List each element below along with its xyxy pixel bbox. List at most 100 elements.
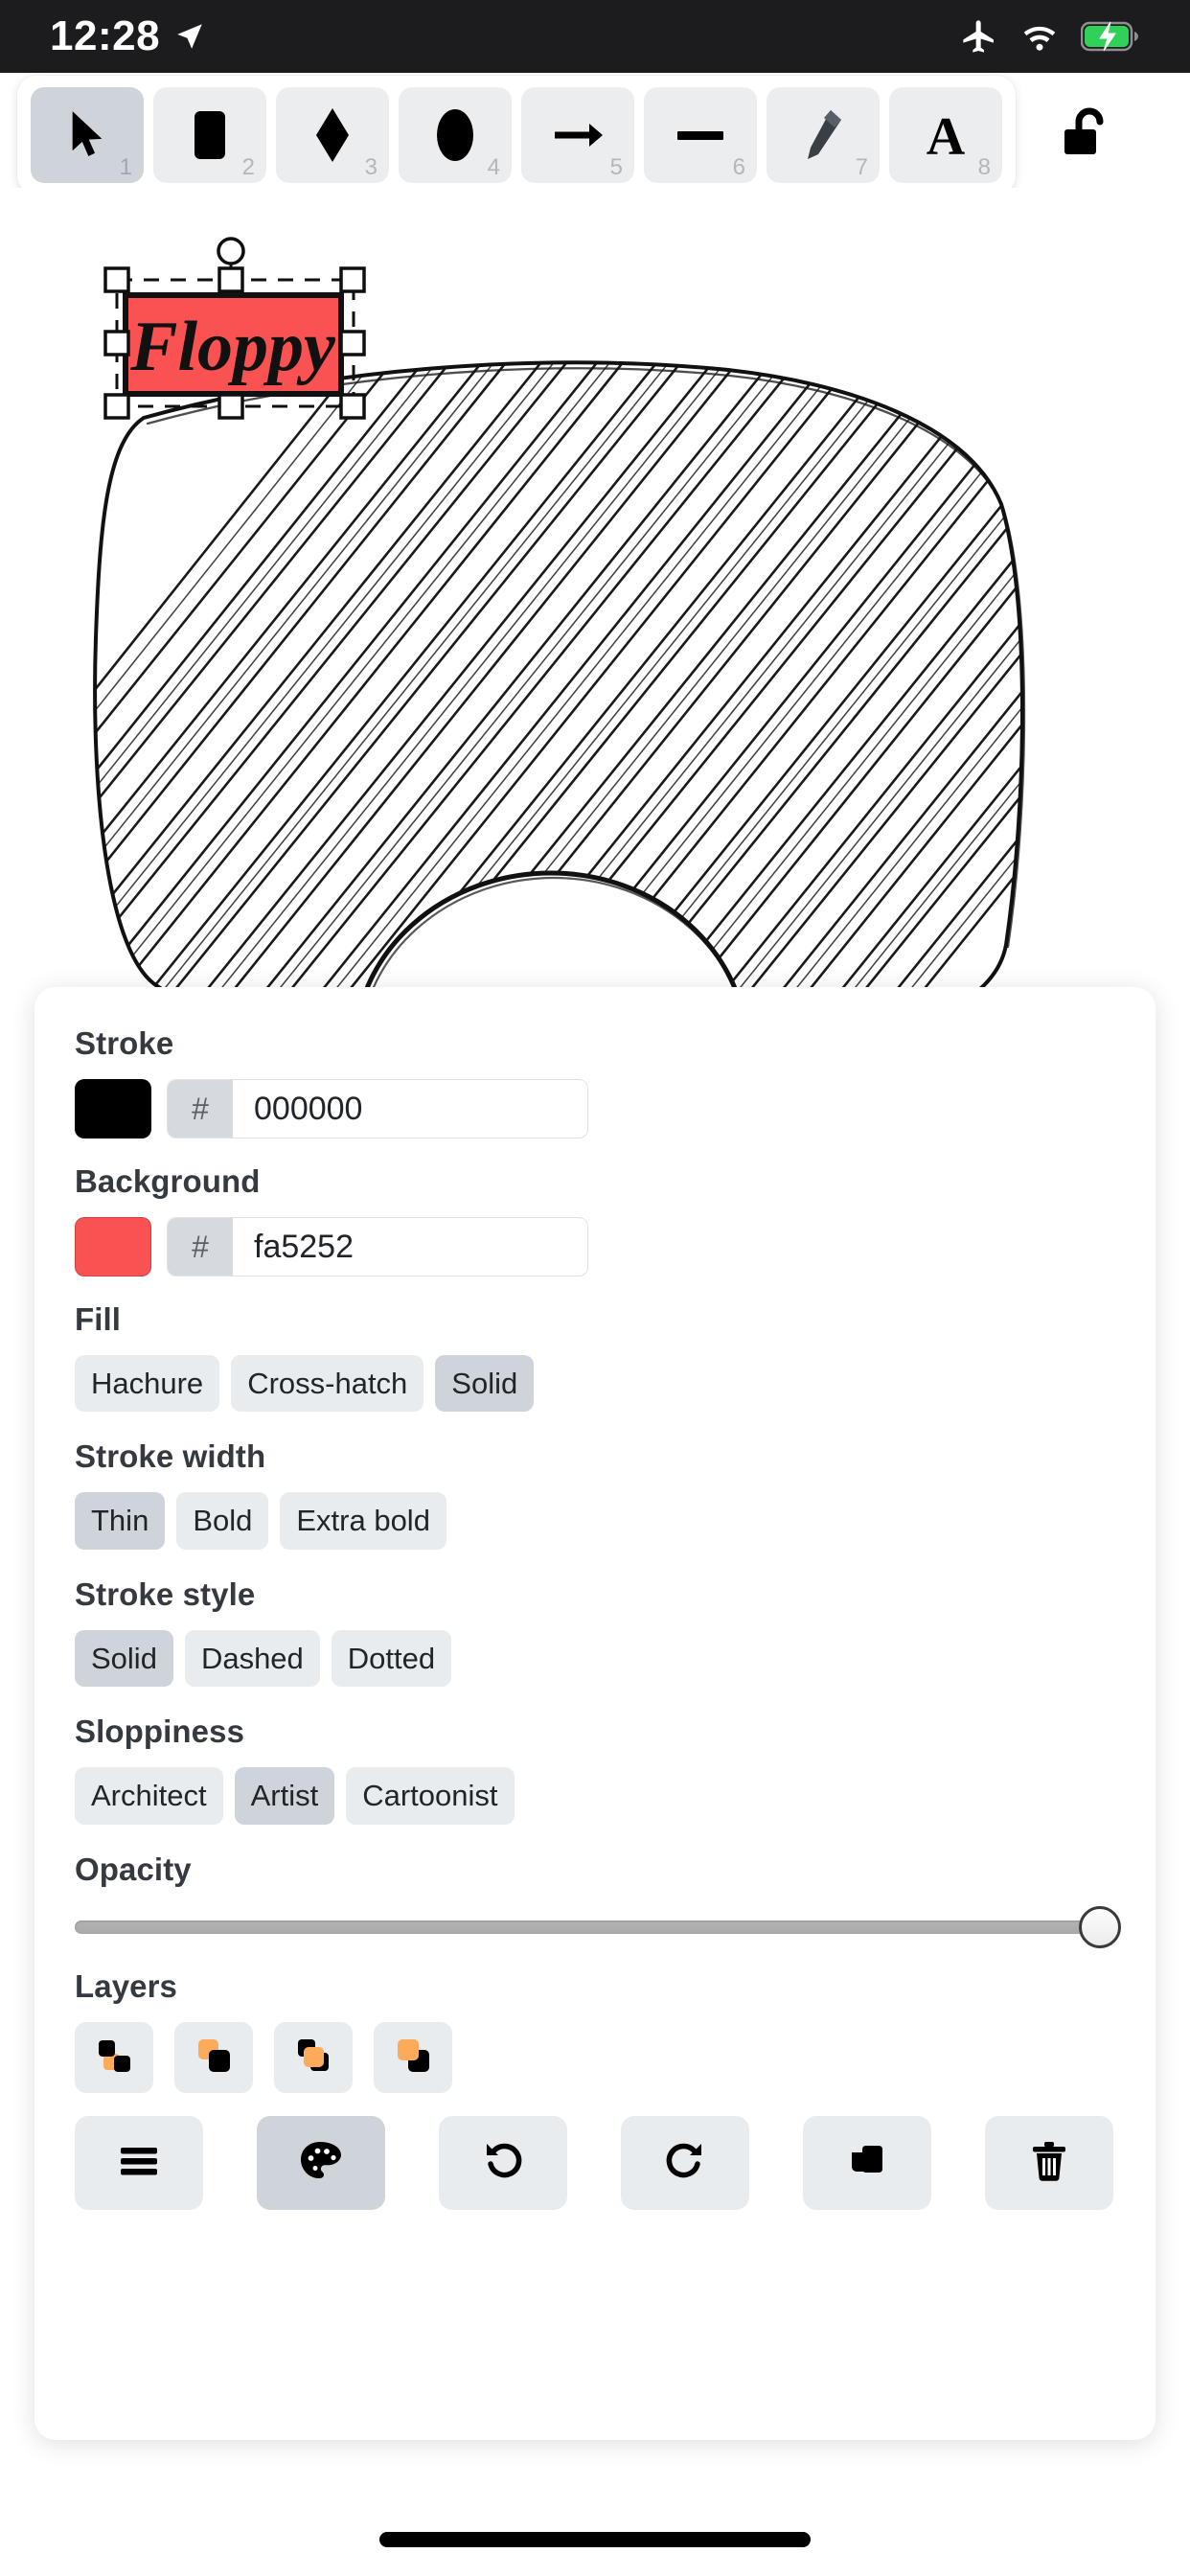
stroke-hex-input[interactable] [233, 1080, 587, 1138]
fill-options: Hachure Cross-hatch Solid [75, 1355, 1117, 1413]
drawing-canvas[interactable]: Floppy [0, 188, 1190, 993]
trash-icon [1029, 2139, 1069, 2186]
send-backward-button[interactable] [174, 2021, 253, 2093]
properties-panel: Stroke # Background # Fill Hachure Cross… [34, 987, 1156, 2440]
panel-action-bar [75, 2115, 1117, 2210]
stroke-hex-field[interactable]: # [167, 1079, 588, 1138]
text-tool[interactable]: A 8 [889, 87, 1002, 183]
stroke-style-option-dotted[interactable]: Dotted [331, 1629, 452, 1688]
tool-shortcut-number: 5 [609, 154, 623, 180]
rectangle-icon [190, 109, 230, 161]
stroke-style-options: Solid Dashed Dotted [75, 1629, 1117, 1688]
status-bar: 12:28 [0, 0, 1190, 73]
unlocked-padlock-icon [1060, 107, 1110, 164]
home-indicator [379, 2532, 811, 2547]
hash-prefix: # [168, 1080, 233, 1138]
fill-section-label: Fill [75, 1301, 122, 1337]
keep-tool-active-lock[interactable] [1046, 97, 1123, 173]
hash-prefix: # [168, 1218, 233, 1276]
opacity-slider-thumb[interactable] [1079, 1905, 1121, 1948]
stroke-color-row: # [75, 1079, 1117, 1138]
stroke-style-option-dashed[interactable]: Dashed [184, 1629, 320, 1688]
battery-charging-icon [1081, 20, 1140, 53]
menu-button[interactable] [75, 2115, 203, 2210]
line-tool[interactable]: 6 [644, 87, 757, 183]
letter-a-icon: A [924, 108, 968, 162]
status-bar-left: 12:28 [50, 12, 206, 60]
tool-palette: 1 2 3 4 5 6 7 A 8 [17, 76, 1016, 195]
palette-icon [299, 2140, 343, 2185]
undo-button[interactable] [439, 2115, 567, 2210]
stroke-width-option-thin[interactable]: Thin [75, 1492, 166, 1550]
line-icon [675, 126, 726, 145]
cursor-arrow-icon [65, 108, 109, 162]
arrow-right-icon [551, 116, 605, 154]
hamburger-menu-icon [119, 2145, 159, 2180]
tool-shortcut-number: 3 [364, 154, 378, 180]
sloppiness-option-architect[interactable]: Architect [75, 1767, 223, 1825]
canvas-artwork: Floppy [93, 237, 1026, 993]
layer-buttons [75, 2021, 1117, 2093]
stroke-width-section-label: Stroke width [75, 1438, 266, 1475]
rectangle-tool[interactable]: 2 [153, 87, 266, 183]
arrow-tool[interactable]: 5 [521, 87, 634, 183]
delete-button[interactable] [985, 2115, 1113, 2210]
svg-text:A: A [927, 108, 966, 162]
sloppiness-options: Architect Artist Cartoonist [75, 1767, 1117, 1825]
sloppiness-option-artist[interactable]: Artist [234, 1767, 335, 1825]
fill-option-hachure[interactable]: Hachure [75, 1355, 220, 1413]
bring-to-front-button[interactable] [374, 2021, 452, 2093]
tool-palette-bar: 1 2 3 4 5 6 7 A 8 [17, 76, 1173, 195]
background-color-row: # [75, 1217, 1117, 1276]
ellipse-icon [432, 107, 478, 163]
stroke-width-options: Thin Bold Extra bold [75, 1492, 1117, 1550]
stroke-section-label: Stroke [75, 1025, 174, 1061]
stroke-color-swatch[interactable] [75, 1079, 151, 1138]
tool-shortcut-number: 7 [855, 154, 868, 180]
tool-shortcut-number: 8 [977, 154, 991, 180]
opacity-section-label: Opacity [75, 1851, 192, 1887]
status-bar-clock: 12:28 [50, 12, 161, 59]
diamond-icon [312, 107, 353, 163]
selection-tool[interactable]: 1 [31, 87, 144, 183]
stroke-style-section-label: Stroke style [75, 1576, 256, 1612]
pencil-icon [802, 108, 844, 162]
diamond-tool[interactable]: 3 [276, 87, 389, 183]
tool-shortcut-number: 6 [732, 154, 745, 180]
location-arrow-icon [173, 20, 206, 53]
app-root: 12:28 1 2 3 4 5 6 7 A 8 Floppy Stroke # … [0, 0, 1190, 2576]
tool-shortcut-number: 1 [119, 154, 132, 180]
layers-section-label: Layers [75, 1967, 178, 2004]
background-hex-field[interactable]: # [167, 1217, 588, 1276]
send-to-back-icon [91, 2033, 137, 2082]
duplicate-button[interactable] [803, 2115, 931, 2210]
disk-hub-ellipse [362, 870, 740, 993]
background-hex-input[interactable] [233, 1218, 587, 1276]
sloppiness-option-cartoonist[interactable]: Cartoonist [346, 1767, 515, 1825]
redo-button[interactable] [621, 2115, 749, 2210]
duplicate-copy-icon [846, 2140, 888, 2185]
fill-option-solid[interactable]: Solid [435, 1355, 535, 1413]
stroke-width-option-bold[interactable]: Bold [176, 1492, 269, 1550]
rectangle-label: Floppy [129, 308, 336, 386]
tool-shortcut-number: 2 [241, 154, 255, 180]
bring-forward-icon [290, 2033, 336, 2082]
draw-tool[interactable]: 7 [767, 87, 880, 183]
bring-forward-button[interactable] [274, 2021, 353, 2093]
stroke-style-option-solid[interactable]: Solid [75, 1629, 173, 1688]
sloppiness-section-label: Sloppiness [75, 1714, 245, 1750]
undo-arrow-icon [482, 2140, 524, 2185]
ellipse-tool[interactable]: 4 [399, 87, 512, 183]
opacity-slider-track[interactable] [75, 1905, 1121, 1948]
redo-arrow-icon [664, 2140, 706, 2185]
bring-to-front-icon [390, 2033, 436, 2082]
tool-shortcut-number: 4 [487, 154, 500, 180]
background-color-swatch[interactable] [75, 1217, 151, 1276]
background-section-label: Background [75, 1163, 261, 1199]
opacity-slider[interactable] [75, 1905, 1121, 1948]
send-to-back-button[interactable] [75, 2021, 153, 2093]
fill-option-cross-hatch[interactable]: Cross-hatch [231, 1355, 424, 1413]
stroke-width-option-extra-bold[interactable]: Extra bold [280, 1492, 446, 1550]
status-bar-right [960, 17, 1140, 56]
palette-button[interactable] [257, 2115, 385, 2210]
